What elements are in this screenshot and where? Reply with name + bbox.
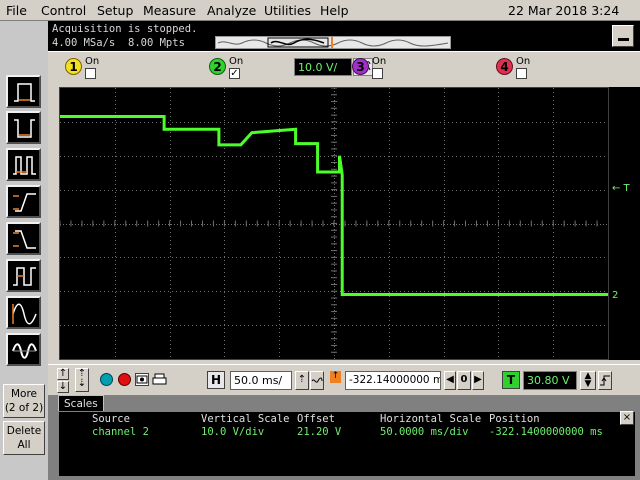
memory-overview-bar[interactable]	[215, 36, 451, 49]
waveform-button[interactable]	[6, 333, 41, 366]
pulse-width-negative-icon	[14, 119, 35, 138]
menu-bar: File Control Setup Measure Analyze Utili…	[0, 0, 640, 33]
pulse-width-positive-button[interactable]	[6, 75, 41, 108]
stop-button[interactable]	[118, 373, 131, 386]
delete-label: Delete	[6, 425, 42, 437]
menu-analyze[interactable]: Analyze	[207, 3, 256, 18]
timebase-fine-button[interactable]	[310, 371, 324, 390]
menu-measure[interactable]: Measure	[143, 3, 196, 18]
run-button[interactable]	[100, 373, 113, 386]
rise-time-icon	[13, 193, 36, 212]
channel-1-badge[interactable]: 1	[65, 58, 82, 75]
channel-2-ground-marker[interactable]: 2	[612, 290, 618, 301]
tab-scales[interactable]: Scales	[58, 395, 104, 411]
position-right-button[interactable]: ▶	[472, 371, 484, 390]
trigger-label: T	[502, 371, 520, 389]
pulse-width-positive-icon	[14, 83, 35, 102]
memory-overview-waveform	[217, 37, 449, 48]
trigger-slope-button[interactable]	[598, 371, 612, 390]
close-icon: ×	[622, 412, 632, 423]
channel-1-checkbox[interactable]	[85, 68, 96, 79]
pulse-width-negative-button[interactable]	[6, 111, 41, 144]
channel-bar: 1 On 2 On ✓ 10.0 V/ 3 On 4 On	[48, 51, 640, 84]
channel-2-scale-field[interactable]: 10.0 V/	[294, 58, 352, 76]
right-marker-strip: ← T 2	[609, 87, 640, 360]
sine-fit-icon	[12, 303, 37, 325]
position-zero-button[interactable]: 0	[457, 371, 471, 390]
channel-3-on-label: On	[372, 56, 387, 67]
channel-2-badge[interactable]: 2	[209, 58, 226, 75]
header-position: Position	[489, 413, 540, 425]
fall-time-icon	[13, 230, 36, 249]
channel-3-badge[interactable]: 3	[352, 58, 369, 75]
minimize-icon	[618, 38, 629, 41]
save-screen-button[interactable]	[135, 373, 149, 386]
header-vertical-scale: Vertical Scale	[201, 413, 290, 425]
menu-file[interactable]: File	[6, 3, 27, 18]
channel-3-checkbox[interactable]	[372, 68, 383, 79]
delete-all-button[interactable]: Delete All	[3, 421, 45, 455]
horizontal-label: H	[207, 371, 225, 389]
scroll-down-button[interactable]: ↓	[57, 381, 69, 393]
timebase-field[interactable]: 50.0 ms/	[230, 371, 292, 390]
graticule	[59, 87, 608, 359]
waveform-display[interactable]	[59, 87, 609, 360]
more-label: More	[10, 388, 38, 400]
period-button[interactable]	[6, 148, 41, 181]
delete-sub-label: All	[17, 439, 31, 451]
duty-cycle-icon	[13, 267, 36, 286]
value-vertical-scale: 10.0 V/div	[201, 426, 265, 438]
menu-setup[interactable]: Setup	[97, 3, 133, 18]
print-button[interactable]	[152, 373, 167, 386]
menu-control[interactable]: Control	[41, 3, 86, 18]
scroll-up-button[interactable]: ↑	[57, 368, 69, 380]
horizontal-control-bar: ↑ ⇡ ⇣ ↓ H 50.0 ms/ ⇡ ↑ -322.14000000 ms ◀…	[48, 364, 640, 395]
fine-adjust-icon	[311, 377, 323, 383]
printer-icon	[152, 373, 167, 385]
channel-4-checkbox[interactable]	[516, 68, 527, 79]
waveform-icon	[12, 343, 37, 359]
trigger-level-arrows-button[interactable]: ▲ ▼	[580, 371, 596, 390]
menu-utilities[interactable]: Utilities	[264, 3, 311, 18]
value-position: -322.1400000000 ms	[489, 426, 603, 438]
more-button[interactable]: More (2 of 2)	[3, 384, 45, 418]
header-offset: Offset	[297, 413, 335, 425]
memory-depth: 8.00 Mpts	[128, 37, 185, 49]
fall-time-button[interactable]	[6, 222, 41, 255]
channel-1-on-label: On	[85, 56, 100, 67]
value-offset: 21.20 V	[297, 426, 342, 438]
channel-4-on-label: On	[516, 56, 531, 67]
horizontal-position-field[interactable]: -322.14000000 ms	[345, 371, 441, 390]
value-horizontal-scale: 50.0000 ms/div	[380, 426, 469, 438]
rise-time-button[interactable]	[6, 185, 41, 218]
sine-fit-button[interactable]	[6, 296, 41, 329]
acquisition-status: Acquisition is stopped.	[52, 23, 198, 35]
rising-edge-icon	[600, 375, 610, 386]
minimize-button[interactable]	[612, 25, 634, 47]
value-source: channel 2	[92, 426, 149, 438]
scroll-arrows-button[interactable]: ⇡ ⇣	[75, 368, 89, 392]
waveform-plot	[59, 87, 608, 359]
tab-strip: Scales	[48, 395, 640, 411]
channel-4-badge[interactable]: 4	[496, 58, 513, 75]
timebase-arrows-button[interactable]: ⇡	[295, 371, 309, 390]
duty-cycle-button[interactable]	[6, 259, 41, 292]
trigger-level-field[interactable]: 30.80 V	[523, 371, 577, 390]
screenshot-icon	[136, 375, 148, 384]
channel-2-checkbox[interactable]: ✓	[229, 68, 240, 79]
header-source: Source	[92, 413, 130, 425]
channel-2-on-label: On	[229, 56, 244, 67]
sample-rate: 4.00 MSa/s	[52, 37, 116, 49]
trigger-level-marker[interactable]: ← T	[612, 183, 630, 194]
position-left-button[interactable]: ◀	[444, 371, 456, 390]
close-panel-button[interactable]: ×	[620, 411, 634, 425]
trigger-position-marker-icon: ↑	[330, 371, 341, 383]
menu-help[interactable]: Help	[320, 3, 349, 18]
measurement-sidebar: More (2 of 2) Delete All	[0, 21, 48, 480]
header-horizontal-scale: Horizontal Scale	[380, 413, 482, 425]
period-icon	[13, 156, 36, 175]
more-page-indicator: (2 of 2)	[4, 402, 44, 414]
scales-info-panel: Source Vertical Scale Offset Horizontal …	[58, 411, 636, 477]
